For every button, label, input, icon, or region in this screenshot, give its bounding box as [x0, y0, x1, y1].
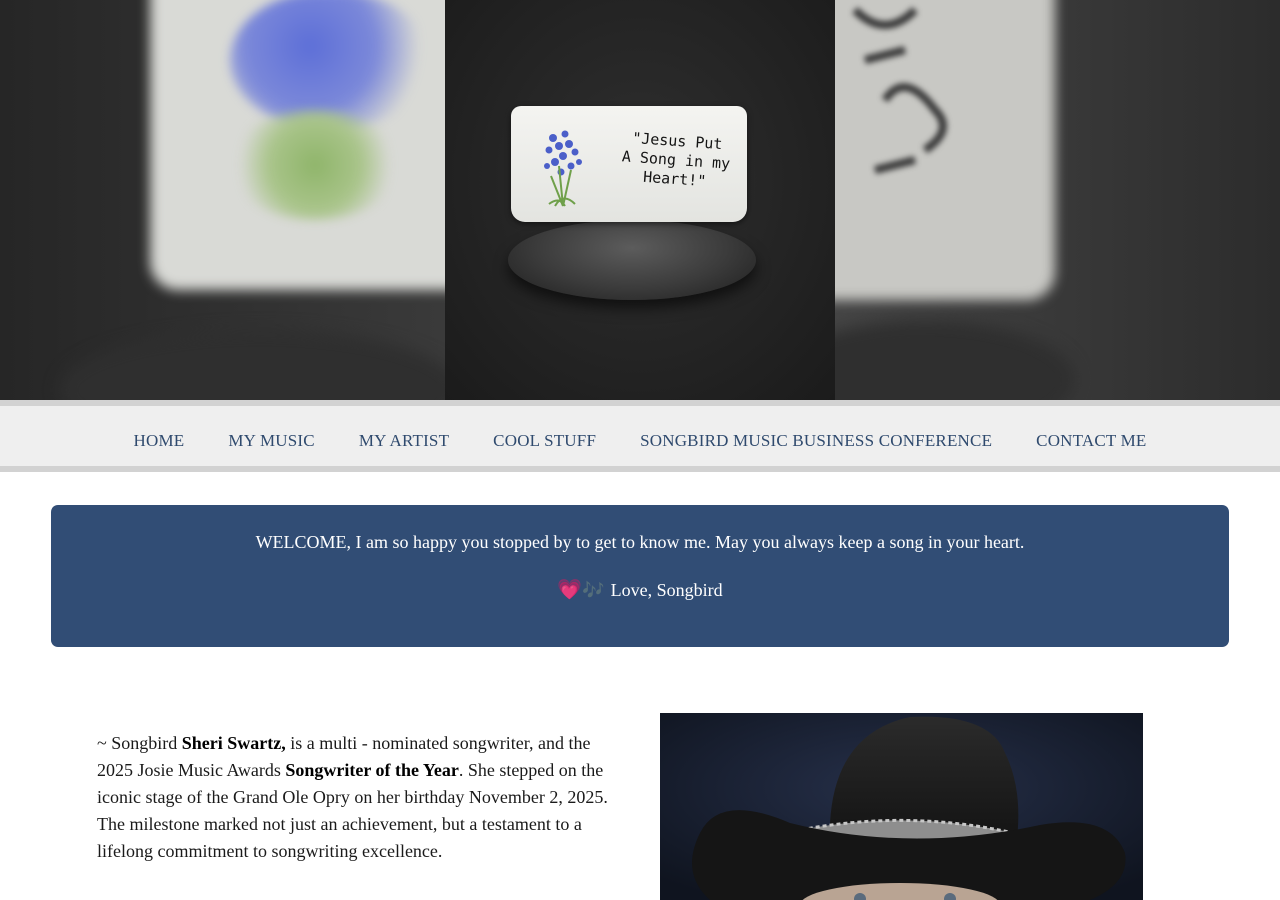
welcome-signature-row: 💗🎶 Love, Songbird [51, 577, 1229, 602]
plaque-text: "Jesus Put A Song in my Heart!" [621, 128, 731, 191]
nav-item-my-music[interactable]: MY MUSIC [228, 421, 314, 451]
nav-item-cool-stuff[interactable]: COOL STUFF [493, 421, 596, 451]
hero-blur-right [835, 0, 1280, 400]
welcome-message: WELCOME, I am so happy you stopped by to… [255, 532, 1025, 552]
hero-photo: "Jesus Put A Song in my Heart!" [445, 0, 835, 400]
artist-portrait [660, 713, 1143, 900]
blur-script-strokes [852, 7, 947, 174]
nav-item-home[interactable]: HOME [133, 421, 184, 451]
ceramic-plaque: "Jesus Put A Song in my Heart!" [511, 106, 747, 222]
blur-stone-right [835, 320, 1075, 400]
nav-list: HOME MY MUSIC MY ARTIST COOL STUFF SONGB… [0, 406, 1280, 466]
blur-flower-green [230, 110, 400, 220]
welcome-banner: WELCOME, I am so happy you stopped by to… [51, 505, 1229, 647]
nav-item-my-artist[interactable]: MY ARTIST [359, 421, 449, 451]
bio-intro: ~ Songbird [97, 733, 182, 753]
cowboy-hat-portrait-image [660, 713, 1143, 900]
welcome-signature: Love, Songbird [610, 580, 723, 600]
hero-blur-left [0, 0, 445, 400]
bio-award: Songwriter of the Year [285, 760, 459, 780]
nav-item-conference[interactable]: SONGBIRD MUSIC BUSINESS CONFERENCE [640, 421, 992, 451]
bio-artist-name: Sheri Swartz, [181, 733, 286, 753]
hero-banner: "Jesus Put A Song in my Heart!" [0, 0, 1280, 400]
heart-icon: 💗 [557, 579, 583, 601]
blur-stone-left [60, 330, 445, 400]
music-note-icon: 🎶 [582, 580, 605, 600]
main-nav: HOME MY MUSIC MY ARTIST COOL STUFF SONGB… [0, 400, 1280, 472]
stone-base [508, 220, 756, 300]
lavender-flower-icon [544, 130, 582, 207]
nav-item-contact-me[interactable]: CONTACT ME [1036, 421, 1146, 451]
blur-script [845, 0, 985, 230]
bio-paragraph: ~ Songbird Sheri Swartz, is a multi - no… [97, 730, 627, 865]
